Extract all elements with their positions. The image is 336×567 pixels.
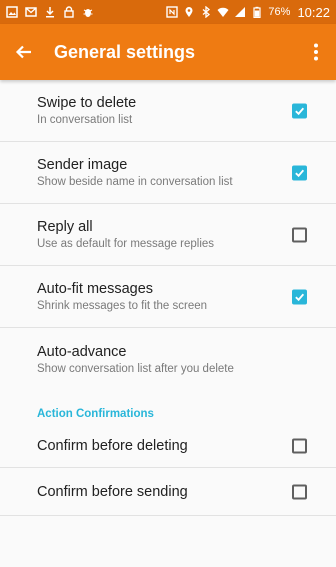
reply-all-checkbox[interactable] xyxy=(292,227,307,242)
back-button[interactable] xyxy=(0,24,48,80)
confirm-deleting-checkbox[interactable] xyxy=(292,438,307,453)
arrow-back-icon xyxy=(15,45,31,59)
location-icon xyxy=(183,6,195,18)
battery-icon xyxy=(251,6,263,18)
signal-icon xyxy=(234,6,246,18)
bluetooth-icon xyxy=(200,6,212,18)
nfc-icon xyxy=(166,6,179,18)
setting-reply-all[interactable]: Reply all Use as default for message rep… xyxy=(0,204,336,266)
settings-list: Swipe to delete In conversation list Sen… xyxy=(0,80,336,516)
checkmark-icon xyxy=(295,293,305,301)
status-bar: 76% 10:22 xyxy=(0,0,336,24)
setting-confirm-before-deleting[interactable]: Confirm before deleting xyxy=(0,424,336,468)
image-icon xyxy=(6,6,18,18)
setting-swipe-to-delete[interactable]: Swipe to delete In conversation list xyxy=(0,80,336,142)
status-icons-left xyxy=(6,6,94,18)
battery-percentage: 76% xyxy=(268,6,291,18)
lock-icon xyxy=(63,6,75,18)
overflow-menu-button[interactable] xyxy=(296,24,336,80)
email-icon xyxy=(25,6,37,18)
status-icons-right: 76% 10:22 xyxy=(166,5,330,20)
setting-sender-image[interactable]: Sender image Show beside name in convers… xyxy=(0,142,336,204)
setting-confirm-before-sending[interactable]: Confirm before sending xyxy=(0,468,336,516)
setting-auto-advance[interactable]: Auto-advance Show conversation list afte… xyxy=(0,328,336,390)
checkmark-icon xyxy=(295,169,305,177)
checkmark-icon xyxy=(295,107,305,115)
setting-auto-fit-messages[interactable]: Auto-fit messages Shrink messages to fit… xyxy=(0,266,336,328)
section-header-action-confirmations: Action Confirmations xyxy=(37,408,154,420)
sender-image-checkbox[interactable] xyxy=(292,165,307,180)
setting-title: Auto-advance xyxy=(37,343,127,360)
wifi-icon xyxy=(217,6,229,18)
auto-fit-messages-checkbox[interactable] xyxy=(292,289,307,304)
app-toolbar: General settings xyxy=(0,24,336,80)
status-time: 10:22 xyxy=(297,4,330,20)
confirm-sending-checkbox[interactable] xyxy=(292,484,307,499)
page-title: General settings xyxy=(54,41,196,62)
setting-subtitle: Show conversation list after you delete xyxy=(37,362,234,375)
download-icon xyxy=(44,6,56,18)
swipe-to-delete-checkbox[interactable] xyxy=(292,103,307,118)
bug-icon xyxy=(82,6,94,18)
more-vert-icon xyxy=(314,43,318,61)
